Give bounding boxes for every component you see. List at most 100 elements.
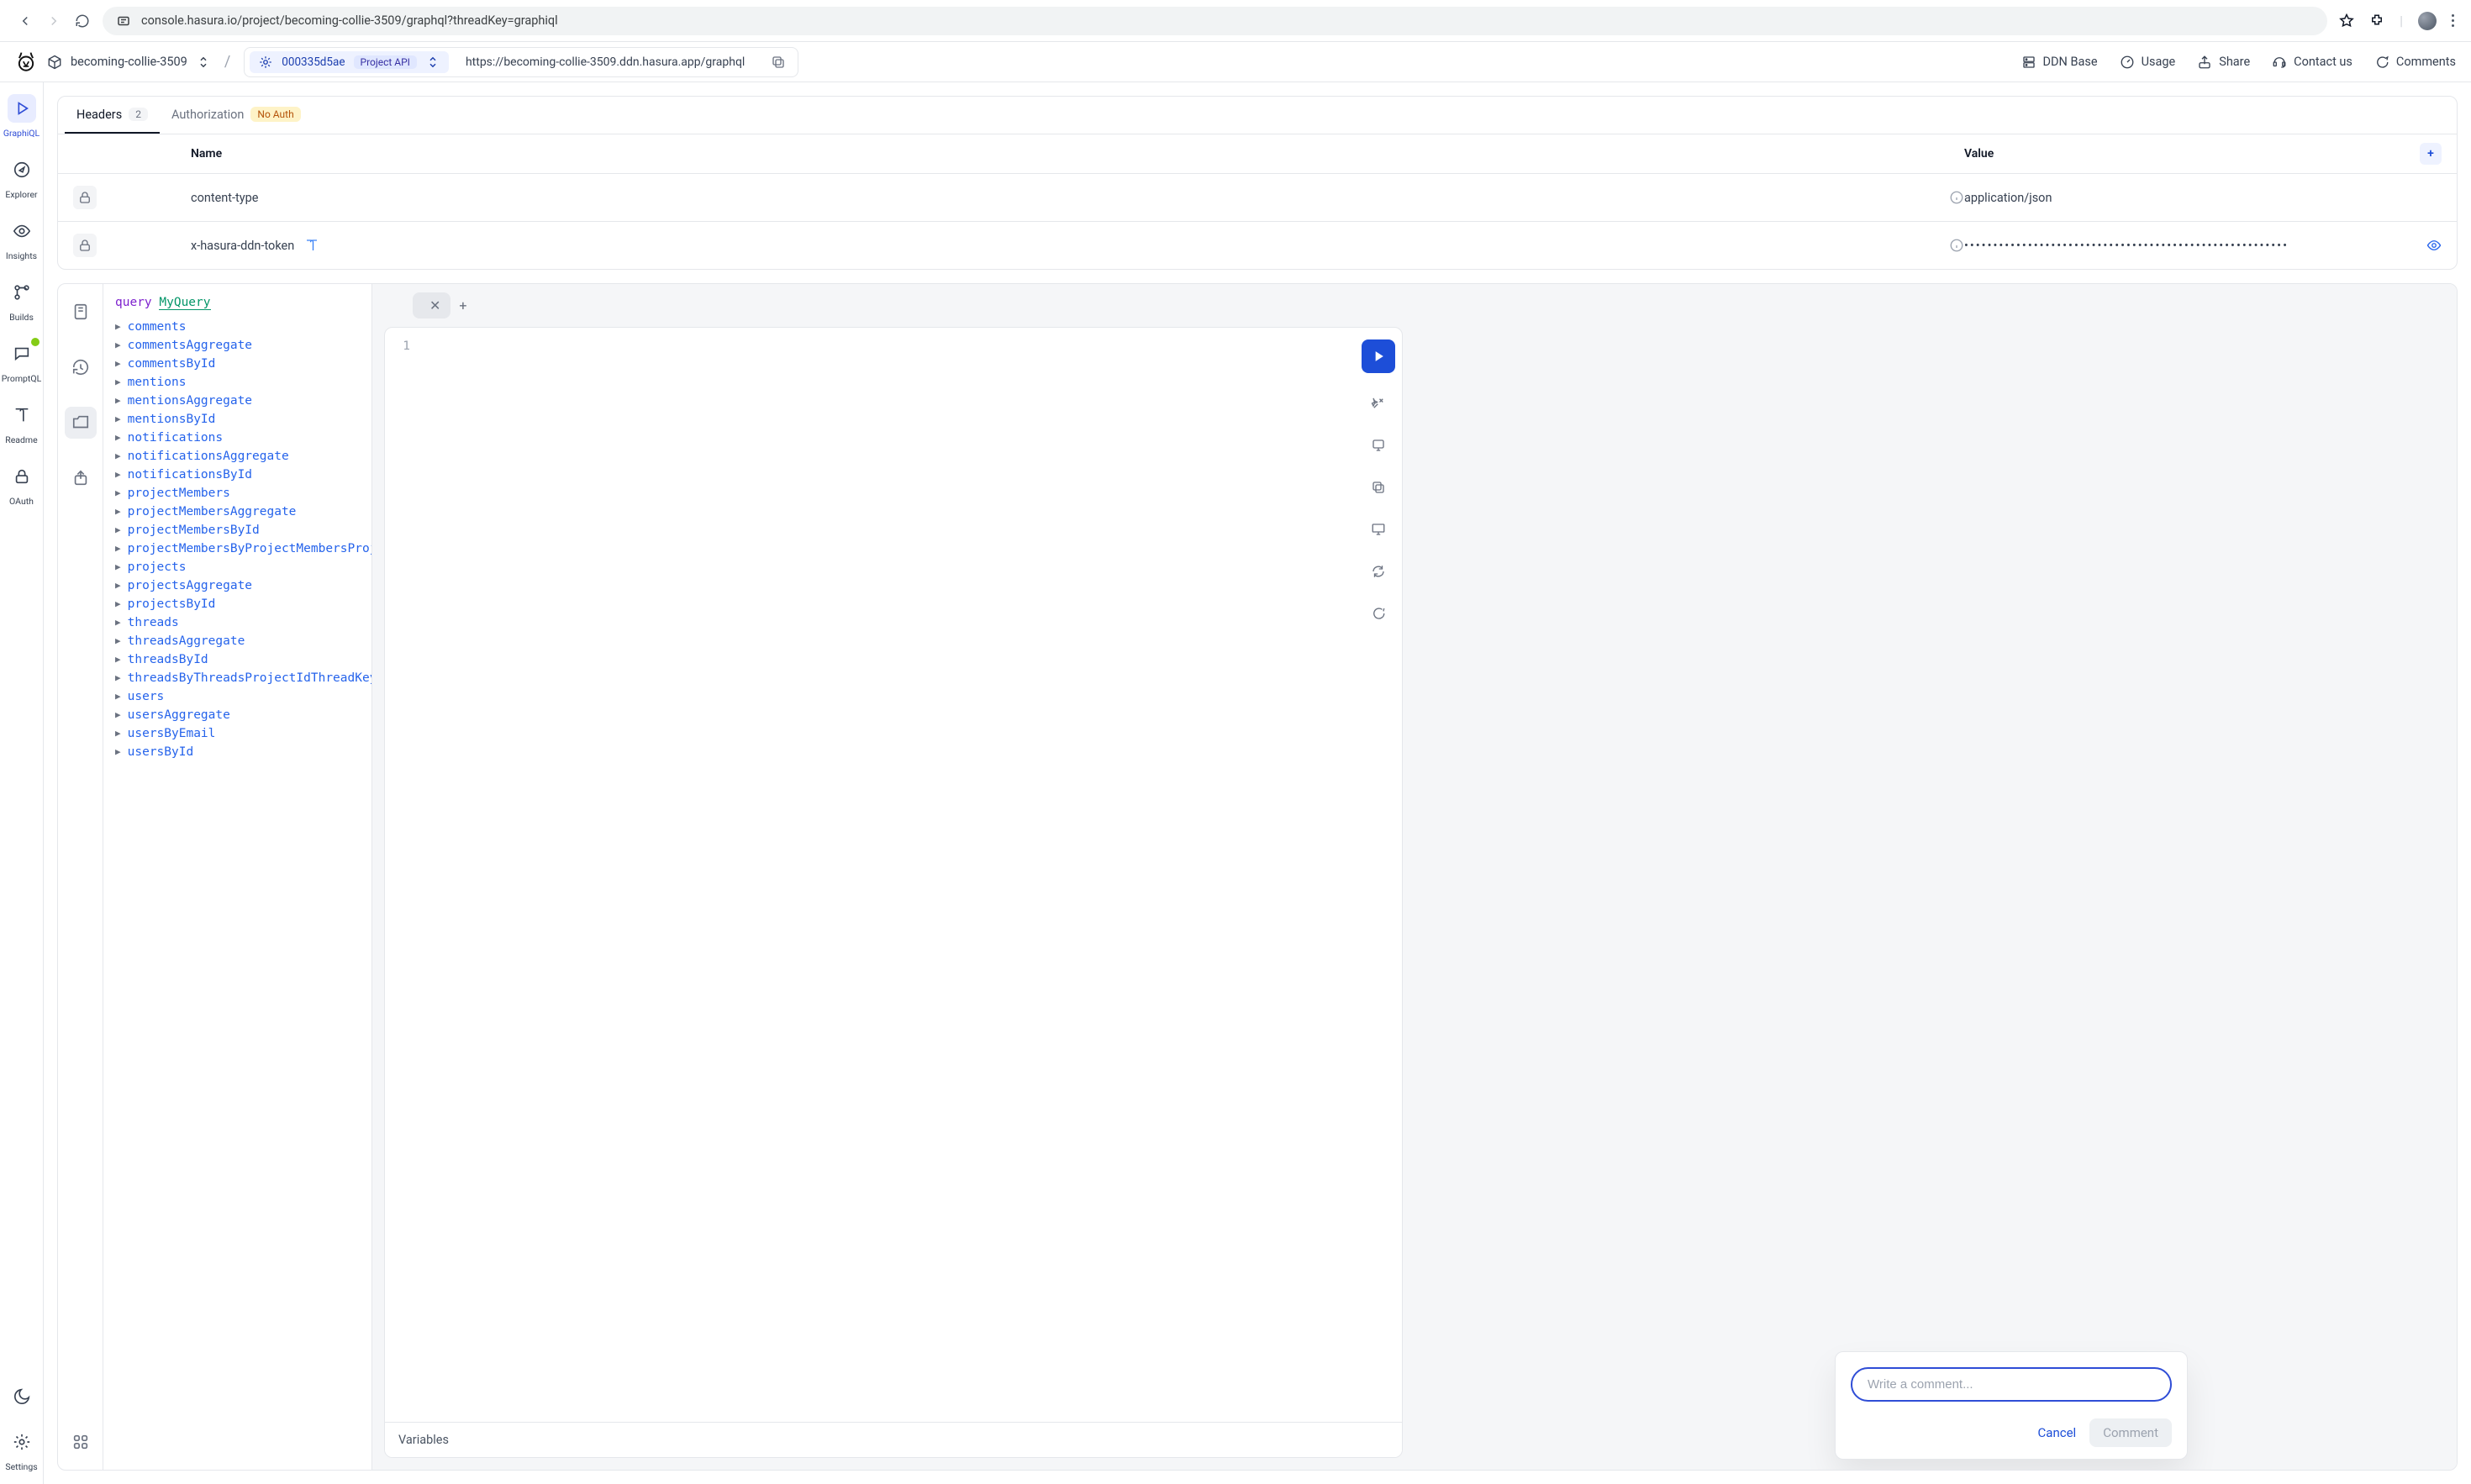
copy-query-icon[interactable] <box>1367 476 1390 499</box>
headers-table-head: Name Value + <box>58 134 2457 174</box>
explorer-field[interactable]: ▶projectsById <box>115 595 361 613</box>
explorer-field[interactable]: ▶notificationsAggregate <box>115 447 361 466</box>
present-icon[interactable] <box>1367 518 1390 541</box>
explorer-field[interactable]: ▶usersByEmail <box>115 724 361 743</box>
graphql-endpoint-url: https://becoming-collie-3509.ddn.hasura.… <box>457 55 756 69</box>
eye-icon <box>13 222 31 240</box>
expand-icon: ▶ <box>115 654 121 665</box>
explorer-field[interactable]: ▶usersById <box>115 743 361 761</box>
usage-link[interactable]: Usage <box>2120 55 2176 70</box>
run-query-button[interactable] <box>1362 339 1395 373</box>
nav-builds[interactable]: Builds <box>0 278 43 323</box>
merge-fragments-icon[interactable] <box>1367 434 1390 457</box>
explorer-field[interactable]: ▶projectMembersById <box>115 521 361 539</box>
explorer-toggle-icon[interactable] <box>65 407 97 439</box>
cancel-button[interactable]: Cancel <box>2038 1425 2077 1440</box>
server-icon <box>2021 55 2036 70</box>
editor-tab[interactable]: ✕ <box>413 292 450 318</box>
explorer-field[interactable]: ▶commentsById <box>115 355 361 373</box>
ddn-base-link[interactable]: DDN Base <box>2021 55 2098 70</box>
results-panel <box>1415 284 2457 1470</box>
build-badge: Project API <box>354 55 417 69</box>
share-link[interactable]: Share <box>2197 55 2250 70</box>
expand-icon: ▶ <box>115 487 121 498</box>
explorer-field[interactable]: ▶usersAggregate <box>115 706 361 724</box>
nav-settings[interactable]: Settings <box>0 1428 43 1472</box>
explorer-field[interactable]: ▶notifications <box>115 429 361 447</box>
nav-oauth[interactable]: OAuth <box>0 462 43 507</box>
build-selector[interactable]: 000335d5ae Project API <box>250 51 449 73</box>
shortcuts-icon[interactable] <box>65 1426 97 1458</box>
close-tab-icon[interactable]: ✕ <box>429 297 440 313</box>
explorer-field[interactable]: ▶projects <box>115 558 361 576</box>
code-editor[interactable] <box>419 328 1355 1457</box>
browser-address-bar[interactable]: console.hasura.io/project/becoming-colli… <box>103 7 2327 35</box>
extensions-icon[interactable] <box>2369 13 2384 29</box>
operation-name[interactable]: MyQuery <box>159 296 210 310</box>
nav-promptql[interactable]: PromptQL <box>0 339 43 384</box>
browser-menu-icon[interactable] <box>2452 14 2454 27</box>
explorer-field[interactable]: ▶threadsByThreadsProjectIdThreadKeyK <box>115 669 361 687</box>
explorer-field[interactable]: ▶projectMembers <box>115 484 361 503</box>
explorer-field[interactable]: ▶threadsAggregate <box>115 632 361 650</box>
explorer-field[interactable]: ▶projectMembersAggregate <box>115 503 361 521</box>
explorer-field[interactable]: ▶projectMembersByProjectMembersProje <box>115 539 361 558</box>
tab-authorization[interactable]: Authorization No Auth <box>160 97 313 134</box>
history-icon[interactable] <box>65 351 97 383</box>
comment-input[interactable] <box>1851 1367 2172 1402</box>
prettify-icon[interactable] <box>1367 392 1390 415</box>
submit-comment-button[interactable]: Comment <box>2089 1418 2172 1447</box>
branch-icon <box>13 283 31 302</box>
site-info-icon[interactable] <box>116 13 131 29</box>
explorer-field[interactable]: ▶users <box>115 687 361 706</box>
expand-icon: ▶ <box>115 358 121 369</box>
expand-icon: ▶ <box>115 691 121 702</box>
expand-icon: ▶ <box>115 506 121 517</box>
browser-back-button[interactable] <box>17 13 34 29</box>
tab-headers[interactable]: Headers 2 <box>65 97 160 134</box>
nav-graphiql[interactable]: GraphiQL <box>0 94 43 139</box>
browser-reload-button[interactable] <box>74 13 91 29</box>
headset-icon <box>2272 55 2287 70</box>
export-icon[interactable] <box>65 462 97 494</box>
comments-link[interactable]: Comments <box>2374 55 2456 70</box>
bookmark-icon[interactable] <box>2339 13 2354 29</box>
hasura-logo-icon[interactable] <box>15 51 37 73</box>
refresh-schema-icon[interactable] <box>1367 560 1390 583</box>
nav-insights[interactable]: Insights <box>0 217 43 261</box>
expand-icon: ▶ <box>115 543 121 554</box>
query-explorer: query MyQuery ▶comments▶commentsAggregat… <box>103 284 372 1470</box>
nav-theme-toggle[interactable] <box>0 1382 43 1411</box>
explorer-field[interactable]: ▶threads <box>115 613 361 632</box>
editor-tab[interactable] <box>384 301 404 311</box>
explorer-field[interactable]: ▶mentionsById <box>115 410 361 429</box>
gauge-icon <box>2120 55 2135 70</box>
explorer-field[interactable]: ▶mentions <box>115 373 361 392</box>
comment-thread-icon[interactable] <box>1367 602 1390 625</box>
explorer-field[interactable]: ▶commentsAggregate <box>115 336 361 355</box>
locked-header-icon <box>73 186 97 209</box>
add-header-button[interactable]: + <box>2420 143 2442 165</box>
variables-bar[interactable]: Variables <box>385 1422 1402 1457</box>
info-icon[interactable] <box>1924 238 1964 253</box>
nav-readme[interactable]: Readme <box>0 401 43 445</box>
profile-avatar[interactable] <box>2418 12 2437 30</box>
browser-forward-button[interactable] <box>45 13 62 29</box>
info-icon[interactable] <box>1924 190 1964 205</box>
nav-explorer[interactable]: Explorer <box>0 155 43 200</box>
explorer-field[interactable]: ▶threadsById <box>115 650 361 669</box>
project-selector[interactable]: becoming-collie-3509 <box>47 55 211 70</box>
docs-link-icon[interactable] <box>304 238 319 253</box>
docs-icon[interactable] <box>65 296 97 328</box>
explorer-field[interactable]: ▶projectsAggregate <box>115 576 361 595</box>
copy-url-button[interactable] <box>764 55 793 70</box>
build-icon <box>258 55 273 70</box>
col-value: Value <box>1964 147 2401 161</box>
explorer-field[interactable]: ▶notificationsById <box>115 466 361 484</box>
contact-link[interactable]: Contact us <box>2272 55 2352 70</box>
new-tab-button[interactable]: + <box>459 297 466 313</box>
reveal-value-icon[interactable] <box>2426 238 2442 253</box>
explorer-field[interactable]: ▶mentionsAggregate <box>115 392 361 410</box>
expand-icon: ▶ <box>115 339 121 350</box>
explorer-field[interactable]: ▶comments <box>115 318 361 336</box>
